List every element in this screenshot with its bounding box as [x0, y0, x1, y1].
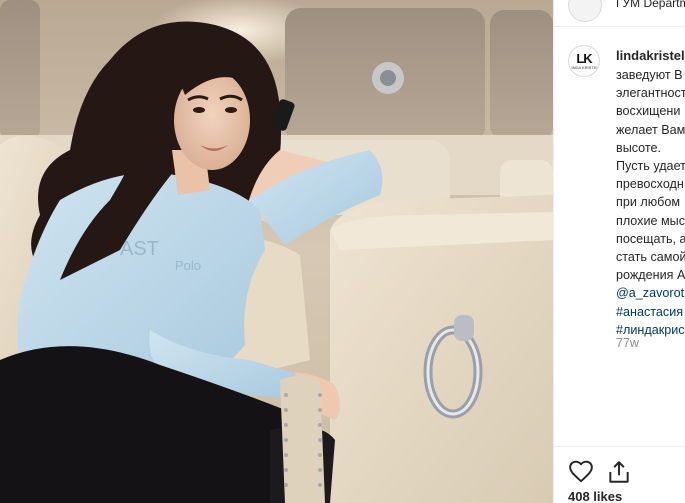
brand-logo-subtext: LINDA KRISTEL — [569, 65, 599, 70]
caption-line: элегантност — [616, 86, 685, 101]
caption-line: высоте. — [616, 140, 662, 155]
caption-line: рождения А — [616, 268, 685, 283]
mention-link[interactable]: @a_zavorot — [616, 284, 685, 302]
post-caption: заведуют В элегантност восхищени желает … — [616, 66, 685, 339]
caption-line: плохие мыс — [616, 213, 685, 228]
caption-line: восхищени — [616, 104, 681, 119]
caption-line: желает Вам — [616, 122, 685, 137]
caption-line: превосходн — [616, 177, 684, 192]
svg-text:Polo: Polo — [175, 258, 201, 273]
share-upload-icon[interactable] — [606, 459, 632, 485]
author-username[interactable]: lindakristel_ — [616, 48, 685, 63]
post-location[interactable]: ГУМ Department — [616, 0, 685, 10]
hashtag-link[interactable]: #анастасия — [616, 303, 685, 321]
post-side-panel: ГУМ Department LK LINDA KRISTEL lindakri… — [553, 0, 685, 503]
likes-count[interactable]: 408 likes — [568, 489, 622, 503]
header-strip: ГУМ Department — [554, 0, 685, 27]
post-photo: AST Polo — [0, 0, 553, 503]
post-timestamp[interactable]: 77w — [616, 336, 639, 350]
heart-outline-icon[interactable] — [568, 459, 594, 485]
svg-text:AST: AST — [120, 238, 159, 260]
caption-line: заведуют В — [616, 68, 683, 82]
caption-line: при любом — [616, 195, 681, 210]
photo-illustration: AST Polo — [0, 0, 553, 503]
caption-line: Пусть удает — [616, 159, 685, 174]
post-actions-bar: 408 likes — [554, 446, 685, 503]
author-avatar[interactable]: LK LINDA KRISTEL — [568, 45, 600, 77]
caption-line: посещать, а — [616, 231, 685, 246]
caption-line: стать самой — [616, 250, 685, 265]
avatar[interactable] — [568, 0, 602, 22]
brand-logo-text: LK — [576, 51, 592, 66]
